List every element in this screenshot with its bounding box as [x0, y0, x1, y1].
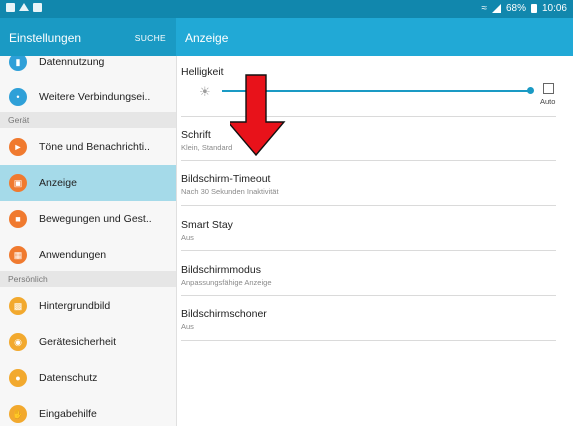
- apps-grid-icon: ▦: [9, 246, 27, 264]
- screen-mode-subtitle: Anpassungsfähige Anzeige: [181, 278, 272, 287]
- section-header-device: Gerät: [0, 112, 176, 128]
- brightness-title: Helligkeit: [181, 66, 224, 78]
- sidebar-item-wallpaper[interactable]: ▩ Hintergrundbild: [0, 288, 176, 324]
- screen-timeout-row[interactable]: Bildschirm-Timeout Nach 30 Sekunden Inak…: [181, 161, 556, 205]
- sidebar-item-label: Weitere Verbindungsei..: [39, 91, 151, 103]
- battery-icon: [530, 4, 537, 13]
- sidebar-item-sounds[interactable]: ► Töne und Benachrichti..: [0, 129, 176, 165]
- screensaver-subtitle: Aus: [181, 322, 194, 331]
- sidebar-item-label: Anwendungen: [39, 249, 107, 261]
- screensaver-title: Bildschirmschoner: [181, 308, 267, 320]
- sidebar-item-label: Hintergrundbild: [39, 300, 111, 312]
- sidebar-item-security[interactable]: ◉ Gerätesicherheit: [0, 324, 176, 360]
- font-title: Schrift: [181, 129, 211, 141]
- wifi-icon: ≈: [481, 3, 487, 14]
- sidebar-item-label: Anzeige: [39, 177, 77, 189]
- privacy-icon: ●: [9, 369, 27, 387]
- screensaver-row[interactable]: Bildschirmschoner Aus: [181, 296, 556, 340]
- sidebar-item-label: Töne und Benachrichti..: [39, 141, 150, 153]
- wallpaper-icon: ▩: [9, 297, 27, 315]
- settings-sidebar: ▮ Datennutzung • Weitere Verbindungsei..…: [0, 56, 177, 426]
- gallery-notification-icon: [6, 3, 15, 12]
- brightness-sun-icon: ☀: [199, 84, 211, 99]
- screen-timeout-subtitle: Nach 30 Sekunden Inaktivität: [181, 187, 279, 196]
- status-bar: ≈ 68% 10:06: [0, 0, 573, 18]
- screen-mode-title: Bildschirmmodus: [181, 264, 261, 276]
- search-button[interactable]: SUCHE: [135, 33, 166, 43]
- section-header-personal: Persönlich: [0, 271, 176, 287]
- auto-brightness-label: Auto: [540, 97, 556, 106]
- connections-icon: •: [9, 88, 27, 106]
- sidebar-item-label: Eingabehilfe: [39, 408, 97, 420]
- speaker-icon: ►: [9, 138, 27, 156]
- motion-icon: ■: [9, 210, 27, 228]
- sidebar-item-label: Bewegungen und Gest..: [39, 213, 152, 225]
- sidebar-item-label: Gerätesicherheit: [39, 336, 117, 348]
- clock: 10:06: [541, 3, 567, 14]
- hand-icon: ✋: [9, 405, 27, 423]
- red-arrow-annotation-icon: [230, 74, 286, 157]
- page-title: Anzeige: [185, 31, 229, 45]
- smart-stay-row[interactable]: Smart Stay Aus: [181, 206, 556, 250]
- notification-icons: [6, 3, 42, 12]
- sidebar-item-privacy[interactable]: ● Datenschutz: [0, 360, 176, 396]
- display-header: Anzeige: [176, 18, 573, 56]
- settings-header: Einstellungen SUCHE: [0, 18, 176, 56]
- warning-notification-icon: [19, 3, 29, 11]
- screen-mode-row[interactable]: Bildschirmmodus Anpassungsfähige Anzeige: [181, 251, 556, 295]
- signal-icon: [491, 4, 501, 13]
- sidebar-item-label: Datennutzung: [39, 56, 105, 68]
- sidebar-item-motions[interactable]: ■ Bewegungen und Gest..: [0, 201, 176, 237]
- font-subtitle: Klein, Standard: [181, 143, 233, 152]
- status-indicators: ≈ 68% 10:06: [481, 3, 567, 14]
- battery-percent: 68%: [505, 3, 526, 14]
- screen-timeout-title: Bildschirm-Timeout: [181, 173, 271, 185]
- photo-notification-icon: [33, 3, 42, 12]
- data-usage-icon: ▮: [9, 56, 27, 71]
- sidebar-item-display[interactable]: ▣ Anzeige: [0, 165, 176, 201]
- brightness-slider-thumb[interactable]: [527, 87, 534, 94]
- auto-brightness-checkbox[interactable]: [543, 83, 554, 94]
- sidebar-item-datennutzung[interactable]: ▮ Datennutzung: [0, 56, 176, 80]
- sidebar-item-accessibility[interactable]: ✋ Eingabehilfe: [0, 396, 176, 426]
- settings-title: Einstellungen: [9, 31, 82, 45]
- sidebar-item-applications[interactable]: ▦ Anwendungen: [0, 237, 176, 273]
- smart-stay-subtitle: Aus: [181, 233, 194, 242]
- lock-icon: ◉: [9, 333, 27, 351]
- display-icon: ▣: [9, 174, 27, 192]
- divider: [181, 340, 556, 341]
- smart-stay-title: Smart Stay: [181, 219, 233, 231]
- sidebar-item-label: Datenschutz: [39, 372, 98, 384]
- sidebar-item-more-connections[interactable]: • Weitere Verbindungsei..: [0, 79, 176, 115]
